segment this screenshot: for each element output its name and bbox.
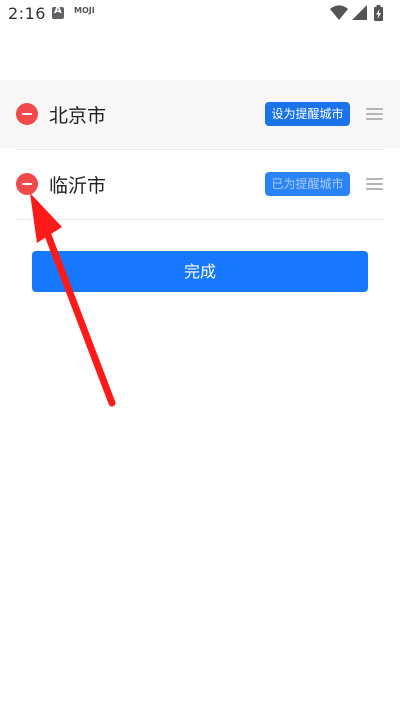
city-name: 临沂市 [49, 175, 107, 197]
city-name: 北京市 [49, 105, 107, 127]
row-divider [16, 219, 384, 220]
set-reminder-city-button[interactable]: 设为提醒城市 [265, 102, 350, 126]
status-bar: 2:16 MOJI [0, 0, 400, 28]
done-button[interactable]: 完成 [32, 251, 368, 292]
remove-city-button[interactable] [16, 173, 38, 195]
remove-city-button[interactable] [16, 103, 38, 125]
reminder-city-badge[interactable]: 已为提醒城市 [265, 172, 350, 196]
android-a-icon [52, 5, 64, 19]
status-time: 2:16 [8, 4, 46, 23]
moji-app-badge: MOJI [74, 6, 95, 15]
drag-handle-icon[interactable] [366, 178, 383, 190]
city-row-linyi: 临沂市 已为提醒城市 [0, 150, 400, 218]
city-row-beijing: 北京市 设为提醒城市 [0, 80, 400, 148]
city-list: 北京市 设为提醒城市 临沂市 已为提醒城市 [0, 80, 400, 220]
battery-charging-icon [374, 5, 383, 21]
drag-handle-icon[interactable] [366, 108, 383, 120]
cellular-signal-icon [352, 5, 367, 20]
wifi-icon [330, 5, 348, 21]
